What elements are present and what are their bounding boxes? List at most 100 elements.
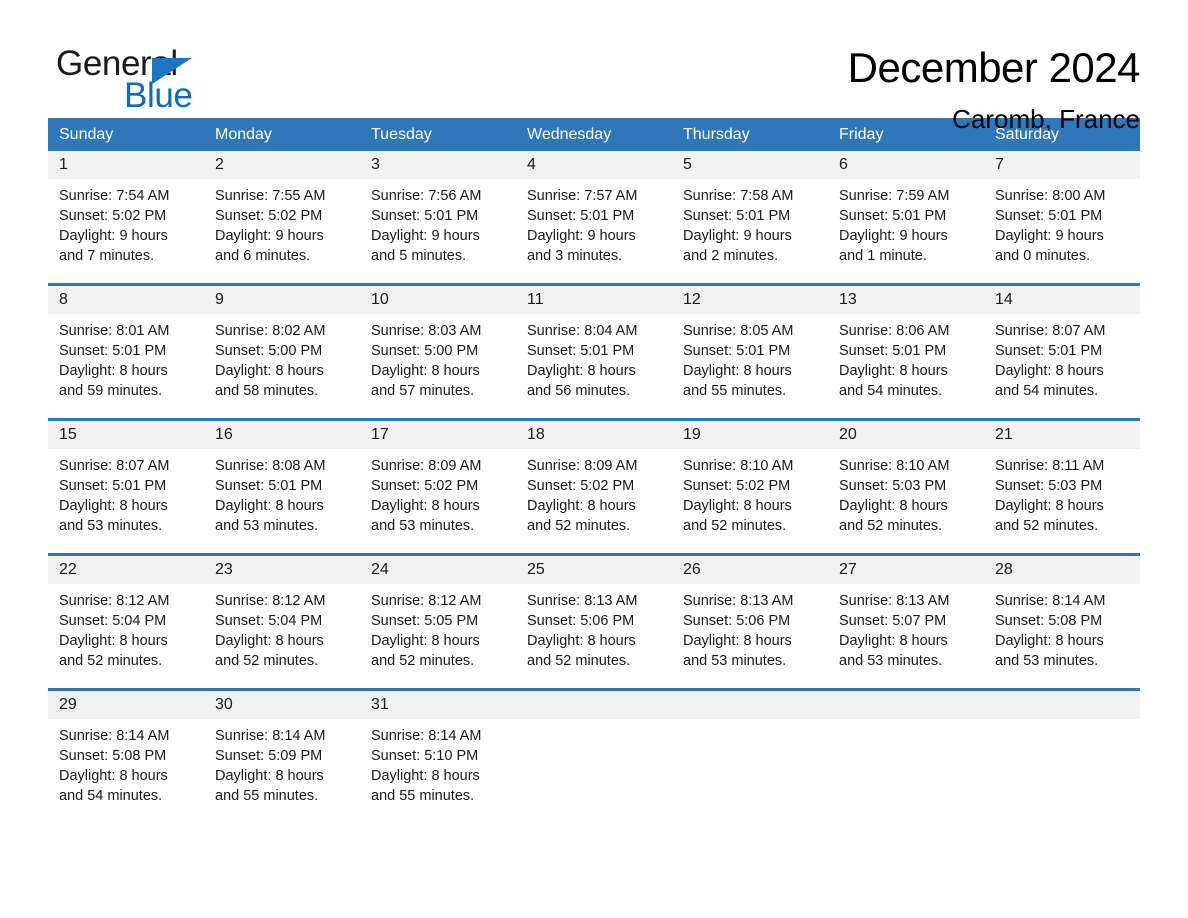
day-number-empty xyxy=(984,691,1140,719)
day-number[interactable]: 30 xyxy=(204,691,360,719)
day-daylight-1-text: Daylight: 8 hours xyxy=(995,633,1104,649)
day-cell[interactable]: Sunrise: 8:12 AM Sunset: 5:04 PM Daylight:… xyxy=(204,584,360,688)
day-daylight-2-text: and 0 minutes. xyxy=(995,248,1091,264)
day-sunset-text: Sunset: 5:04 PM xyxy=(59,613,167,629)
day-number[interactable]: 21 xyxy=(984,421,1140,449)
day-number[interactable]: 24 xyxy=(360,556,516,584)
day-cell[interactable]: Sunrise: 7:59 AM Sunset: 5:01 PM Daylight:… xyxy=(828,179,984,283)
day-cell[interactable]: Sunrise: 8:06 AM Sunset: 5:01 PM Daylight:… xyxy=(828,314,984,418)
day-cell[interactable]: Sunrise: 8:02 AM Sunset: 5:00 PM Daylight:… xyxy=(204,314,360,418)
day-cell[interactable]: Sunrise: 8:05 AM Sunset: 5:01 PM Daylight:… xyxy=(672,314,828,418)
day-cell[interactable]: Sunrise: 8:08 AM Sunset: 5:01 PM Daylight:… xyxy=(204,449,360,553)
page-header: General Blue December 2024 Caromb, Franc… xyxy=(48,0,1141,134)
day-cell[interactable]: Sunrise: 8:10 AM Sunset: 5:03 PM Daylight:… xyxy=(828,449,984,553)
day-daylight-1-text: Daylight: 8 hours xyxy=(215,633,324,649)
calendar-page: General Blue December 2024 Caromb, Franc… xyxy=(0,0,1188,918)
day-daylight-1-text: Daylight: 8 hours xyxy=(995,363,1104,379)
day-daylight-1-text: Daylight: 9 hours xyxy=(527,228,636,244)
day-number[interactable]: 29 xyxy=(48,691,204,719)
day-cell[interactable]: Sunrise: 8:13 AM Sunset: 5:06 PM Daylight:… xyxy=(672,584,828,688)
day-number[interactable]: 12 xyxy=(672,286,828,314)
day-cell[interactable]: Sunrise: 8:11 AM Sunset: 5:03 PM Daylight:… xyxy=(984,449,1140,553)
day-sunset-text: Sunset: 5:02 PM xyxy=(59,208,167,224)
day-number[interactable]: 22 xyxy=(48,556,204,584)
day-cell[interactable]: Sunrise: 8:09 AM Sunset: 5:02 PM Daylight:… xyxy=(516,449,672,553)
day-cell[interactable]: Sunrise: 8:14 AM Sunset: 5:09 PM Daylight:… xyxy=(204,719,360,823)
day-number[interactable]: 23 xyxy=(204,556,360,584)
day-cell[interactable]: Sunrise: 8:14 AM Sunset: 5:08 PM Daylight:… xyxy=(48,719,204,823)
page-title: December 2024 xyxy=(847,44,1141,91)
day-cell[interactable]: Sunrise: 8:14 AM Sunset: 5:08 PM Daylight:… xyxy=(984,584,1140,688)
day-daylight-2-text: and 55 minutes. xyxy=(683,383,787,399)
day-number[interactable]: 31 xyxy=(360,691,516,719)
day-number[interactable]: 14 xyxy=(984,286,1140,314)
day-sunrise-text: Sunrise: 8:11 AM xyxy=(995,458,1105,474)
day-sunset-text: Sunset: 5:03 PM xyxy=(995,478,1103,494)
day-daylight-2-text: and 53 minutes. xyxy=(59,518,163,534)
day-number[interactable]: 15 xyxy=(48,421,204,449)
day-cell[interactable]: Sunrise: 7:56 AM Sunset: 5:01 PM Daylight:… xyxy=(360,179,516,283)
day-cell[interactable]: Sunrise: 8:00 AM Sunset: 5:01 PM Daylight:… xyxy=(984,179,1140,283)
day-cell[interactable]: Sunrise: 8:01 AM Sunset: 5:01 PM Daylight:… xyxy=(48,314,204,418)
day-daylight-2-text: and 52 minutes. xyxy=(995,518,1099,534)
day-sunset-text: Sunset: 5:02 PM xyxy=(683,478,791,494)
day-cell[interactable]: Sunrise: 8:13 AM Sunset: 5:07 PM Daylight:… xyxy=(828,584,984,688)
weekday-sunday: Sunday xyxy=(59,126,114,143)
day-number[interactable]: 10 xyxy=(360,286,516,314)
day-cell[interactable]: Sunrise: 8:03 AM Sunset: 5:00 PM Daylight:… xyxy=(360,314,516,418)
day-number[interactable]: 17 xyxy=(360,421,516,449)
day-number[interactable]: 2 xyxy=(204,151,360,179)
week-detail-row: Sunrise: 8:14 AM Sunset: 5:08 PM Daylight:… xyxy=(48,719,1140,823)
day-cell[interactable]: Sunrise: 8:10 AM Sunset: 5:02 PM Daylight:… xyxy=(672,449,828,553)
day-cell[interactable]: Sunrise: 8:07 AM Sunset: 5:01 PM Daylight:… xyxy=(984,314,1140,418)
day-daylight-1-text: Daylight: 8 hours xyxy=(59,363,168,379)
day-number[interactable]: 6 xyxy=(828,151,984,179)
day-number[interactable]: 5 xyxy=(672,151,828,179)
day-sunrise-text: Sunrise: 7:55 AM xyxy=(215,188,326,204)
day-cell[interactable]: Sunrise: 8:07 AM Sunset: 5:01 PM Daylight:… xyxy=(48,449,204,553)
day-number[interactable]: 28 xyxy=(984,556,1140,584)
day-daylight-2-text: and 57 minutes. xyxy=(371,383,475,399)
day-number[interactable]: 1 xyxy=(48,151,204,179)
day-number[interactable]: 7 xyxy=(984,151,1140,179)
day-daylight-1-text: Daylight: 9 hours xyxy=(995,228,1104,244)
day-number[interactable]: 3 xyxy=(360,151,516,179)
day-cell[interactable]: Sunrise: 8:14 AM Sunset: 5:10 PM Daylight:… xyxy=(360,719,516,823)
day-daylight-2-text: and 53 minutes. xyxy=(683,653,787,669)
day-daylight-1-text: Daylight: 9 hours xyxy=(683,228,792,244)
calendar-weeks: 1234567 Sunrise: 7:54 AM Sunset: 5:02 PM D… xyxy=(48,151,1140,823)
day-number[interactable]: 11 xyxy=(516,286,672,314)
day-number[interactable]: 4 xyxy=(516,151,672,179)
day-number[interactable]: 27 xyxy=(828,556,984,584)
day-cell[interactable]: Sunrise: 8:09 AM Sunset: 5:02 PM Daylight:… xyxy=(360,449,516,553)
day-cell[interactable]: Sunrise: 8:13 AM Sunset: 5:06 PM Daylight:… xyxy=(516,584,672,688)
day-number[interactable]: 20 xyxy=(828,421,984,449)
day-daylight-2-text: and 59 minutes. xyxy=(59,383,163,399)
day-number[interactable]: 9 xyxy=(204,286,360,314)
day-sunrise-text: Sunrise: 8:02 AM xyxy=(215,323,326,339)
day-cell[interactable]: Sunrise: 8:04 AM Sunset: 5:01 PM Daylight:… xyxy=(516,314,672,418)
day-cell[interactable]: Sunrise: 7:54 AM Sunset: 5:02 PM Daylight:… xyxy=(48,179,204,283)
day-sunrise-text: Sunrise: 8:04 AM xyxy=(527,323,638,339)
day-daylight-1-text: Daylight: 8 hours xyxy=(371,633,480,649)
day-number[interactable]: 18 xyxy=(516,421,672,449)
calendar-week-row: 22 23 24 25 26 27 28 Sunrise: 8:12 AM Sunset: 5… xyxy=(48,553,1140,688)
day-daylight-1-text: Daylight: 8 hours xyxy=(839,363,948,379)
day-number[interactable]: 16 xyxy=(204,421,360,449)
day-daylight-1-text: Daylight: 8 hours xyxy=(59,498,168,514)
day-daylight-2-text: and 53 minutes. xyxy=(215,518,319,534)
day-cell[interactable]: Sunrise: 8:12 AM Sunset: 5:04 PM Daylight:… xyxy=(48,584,204,688)
day-number[interactable]: 25 xyxy=(516,556,672,584)
day-cell[interactable]: Sunrise: 8:12 AM Sunset: 5:05 PM Daylight:… xyxy=(360,584,516,688)
day-cell[interactable]: Sunrise: 7:55 AM Sunset: 5:02 PM Daylight:… xyxy=(204,179,360,283)
day-number[interactable]: 8 xyxy=(48,286,204,314)
day-number[interactable]: 13 xyxy=(828,286,984,314)
day-number[interactable]: 26 xyxy=(672,556,828,584)
day-number[interactable]: 19 xyxy=(672,421,828,449)
day-cell[interactable]: Sunrise: 7:57 AM Sunset: 5:01 PM Daylight:… xyxy=(516,179,672,283)
day-cell[interactable]: Sunrise: 7:58 AM Sunset: 5:01 PM Daylight:… xyxy=(672,179,828,283)
day-sunset-text: Sunset: 5:05 PM xyxy=(371,613,479,629)
day-sunset-text: Sunset: 5:02 PM xyxy=(371,478,479,494)
day-daylight-1-text: Daylight: 8 hours xyxy=(59,768,168,784)
day-number-empty xyxy=(828,691,984,719)
